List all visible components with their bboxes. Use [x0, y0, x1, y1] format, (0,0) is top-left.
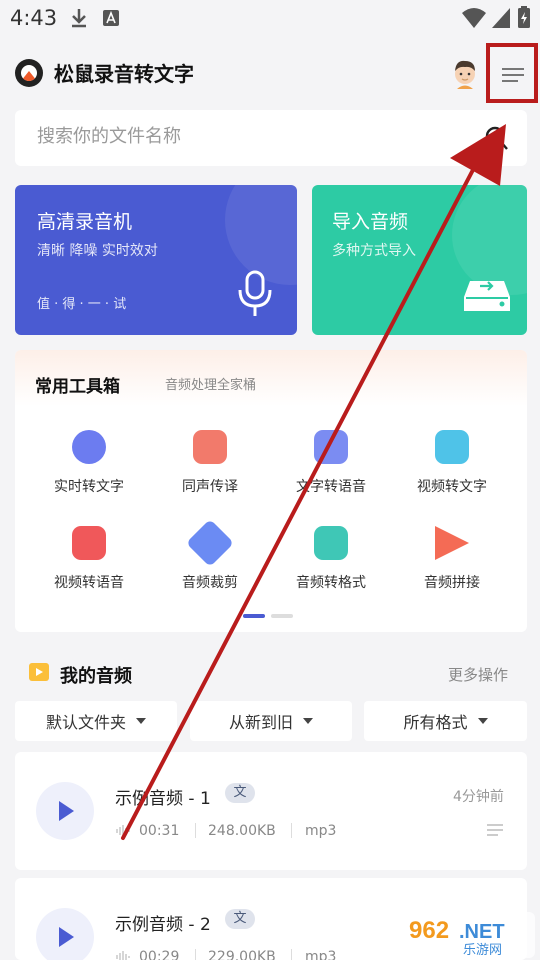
wifi-icon — [462, 8, 486, 28]
my-audio-title: 我的音频 — [60, 666, 132, 687]
tool-simultaneous-translate[interactable]: 同声传译 — [146, 430, 274, 496]
file-size: 248.00KB — [208, 823, 276, 839]
svg-text:962: 962 — [409, 917, 449, 944]
recorder-card-footer: 值 · 得 · 一 · 试 — [37, 297, 127, 312]
divider — [195, 949, 196, 960]
waveform-icon — [116, 825, 130, 837]
microphone-icon — [238, 270, 272, 316]
divider — [195, 823, 196, 838]
file-duration: 00:29 — [139, 949, 180, 960]
signal-icon — [492, 8, 510, 28]
tool-audio-convert[interactable]: 音频转格式 — [267, 526, 395, 592]
tool-label: 音频裁剪 — [182, 575, 238, 591]
filter-sort[interactable]: 从新到旧 — [190, 701, 352, 741]
filter-sort-label: 从新到旧 — [228, 713, 293, 732]
svg-text:.NET: .NET — [459, 921, 505, 943]
menu-icon-line — [502, 80, 518, 82]
toolbox-subtitle: 音频处理全家桶 — [165, 378, 257, 393]
download-icon — [72, 9, 86, 28]
tool-audio-cut[interactable]: 音频裁剪 — [146, 518, 274, 592]
recorder-card-subtitle: 清晰 降噪 实时效对 — [37, 243, 158, 259]
video-to-audio-icon — [72, 526, 106, 560]
import-audio-card[interactable]: 导入音频 多种方式导入 — [312, 185, 527, 335]
toolbox-title: 常用工具箱 — [35, 377, 120, 397]
app-title: 松鼠录音转文字 — [54, 62, 194, 86]
hd-recorder-card[interactable]: 高清录音机 清晰 降噪 实时效对 值 · 得 · 一 · 试 — [15, 185, 297, 335]
waveform-icon — [116, 951, 130, 960]
filter-format[interactable]: 所有格式 — [364, 701, 527, 741]
battery-icon — [518, 6, 530, 28]
file-duration: 00:31 — [139, 823, 180, 839]
search-bar[interactable] — [15, 110, 527, 166]
tool-text-to-speech[interactable]: 文字转语音 — [267, 430, 395, 496]
tool-label: 同声传译 — [182, 479, 238, 495]
menu-icon — [502, 68, 524, 70]
divider — [291, 823, 292, 838]
transcript-tag: 文 — [225, 909, 255, 929]
tool-label: 视频转文字 — [417, 479, 487, 495]
tool-label: 实时转文字 — [54, 479, 124, 495]
tool-video-to-audio[interactable]: 视频转语音 — [25, 526, 153, 592]
filter-format-label: 所有格式 — [403, 713, 468, 732]
toolbox-panel: 常用工具箱 音频处理全家桶 实时转文字 同声传译 文字转语音 视频转文字 视频转… — [15, 350, 527, 632]
search-input[interactable] — [37, 126, 457, 147]
menu-icon-line — [502, 74, 524, 76]
text-a-icon — [103, 10, 119, 26]
recorder-card-title: 高清录音机 — [37, 211, 133, 233]
audio-cut-icon — [185, 518, 235, 568]
video-to-text-icon — [435, 430, 469, 464]
page-dot — [271, 614, 293, 618]
audio-convert-icon — [314, 526, 348, 560]
user-avatar-icon[interactable] — [450, 57, 480, 89]
folder-play-icon — [29, 663, 49, 681]
page-dot-active — [243, 614, 265, 618]
drive-import-icon — [464, 281, 510, 311]
file-format: mp3 — [305, 949, 337, 960]
audio-merge-icon — [435, 526, 469, 560]
caret-down-icon — [136, 718, 146, 724]
import-card-title: 导入音频 — [332, 211, 409, 233]
more-operations-link[interactable]: 更多操作 — [448, 664, 508, 685]
status-time: 4:43 — [10, 6, 58, 30]
filter-folder-label: 默认文件夹 — [45, 713, 126, 732]
app-logo — [15, 59, 43, 87]
play-icon[interactable] — [36, 782, 94, 840]
file-name: 示例音频 - 2 — [115, 915, 211, 935]
audio-file-row[interactable]: 示例音频 - 1 文 4分钟前 00:31 248.00KB mp3 — [15, 752, 527, 870]
tool-video-to-text[interactable]: 视频转文字 — [388, 430, 516, 496]
file-size: 229.00KB — [208, 949, 276, 960]
search-icon[interactable] — [485, 126, 509, 152]
tool-realtime-transcribe[interactable]: 实时转文字 — [25, 430, 153, 496]
import-card-subtitle: 多种方式导入 — [332, 243, 416, 259]
tool-label: 文字转语音 — [296, 479, 366, 495]
svg-text:乐游网: 乐游网 — [463, 943, 502, 958]
menu-button[interactable] — [486, 43, 538, 103]
transcript-tag: 文 — [225, 783, 255, 803]
caret-down-icon — [303, 718, 313, 724]
tool-label: 视频转语音 — [54, 575, 124, 591]
file-time: 4分钟前 — [453, 789, 504, 805]
simultaneous-translate-icon — [193, 430, 227, 464]
play-icon[interactable] — [36, 908, 94, 960]
tool-label: 音频拼接 — [424, 575, 480, 591]
file-name: 示例音频 - 1 — [115, 789, 211, 809]
tool-label: 音频转格式 — [296, 575, 366, 591]
watermark-logo: 962 .NET 乐游网 — [403, 912, 535, 958]
file-format: mp3 — [305, 823, 337, 839]
filter-folder[interactable]: 默认文件夹 — [15, 701, 177, 741]
status-bar: 4:43 — [0, 0, 540, 36]
text-to-speech-icon — [314, 430, 348, 464]
caret-down-icon — [477, 718, 488, 724]
divider — [291, 949, 292, 960]
tool-audio-merge[interactable]: 音频拼接 — [388, 526, 516, 592]
realtime-transcribe-icon — [72, 430, 106, 464]
row-menu-icon[interactable] — [487, 823, 503, 837]
